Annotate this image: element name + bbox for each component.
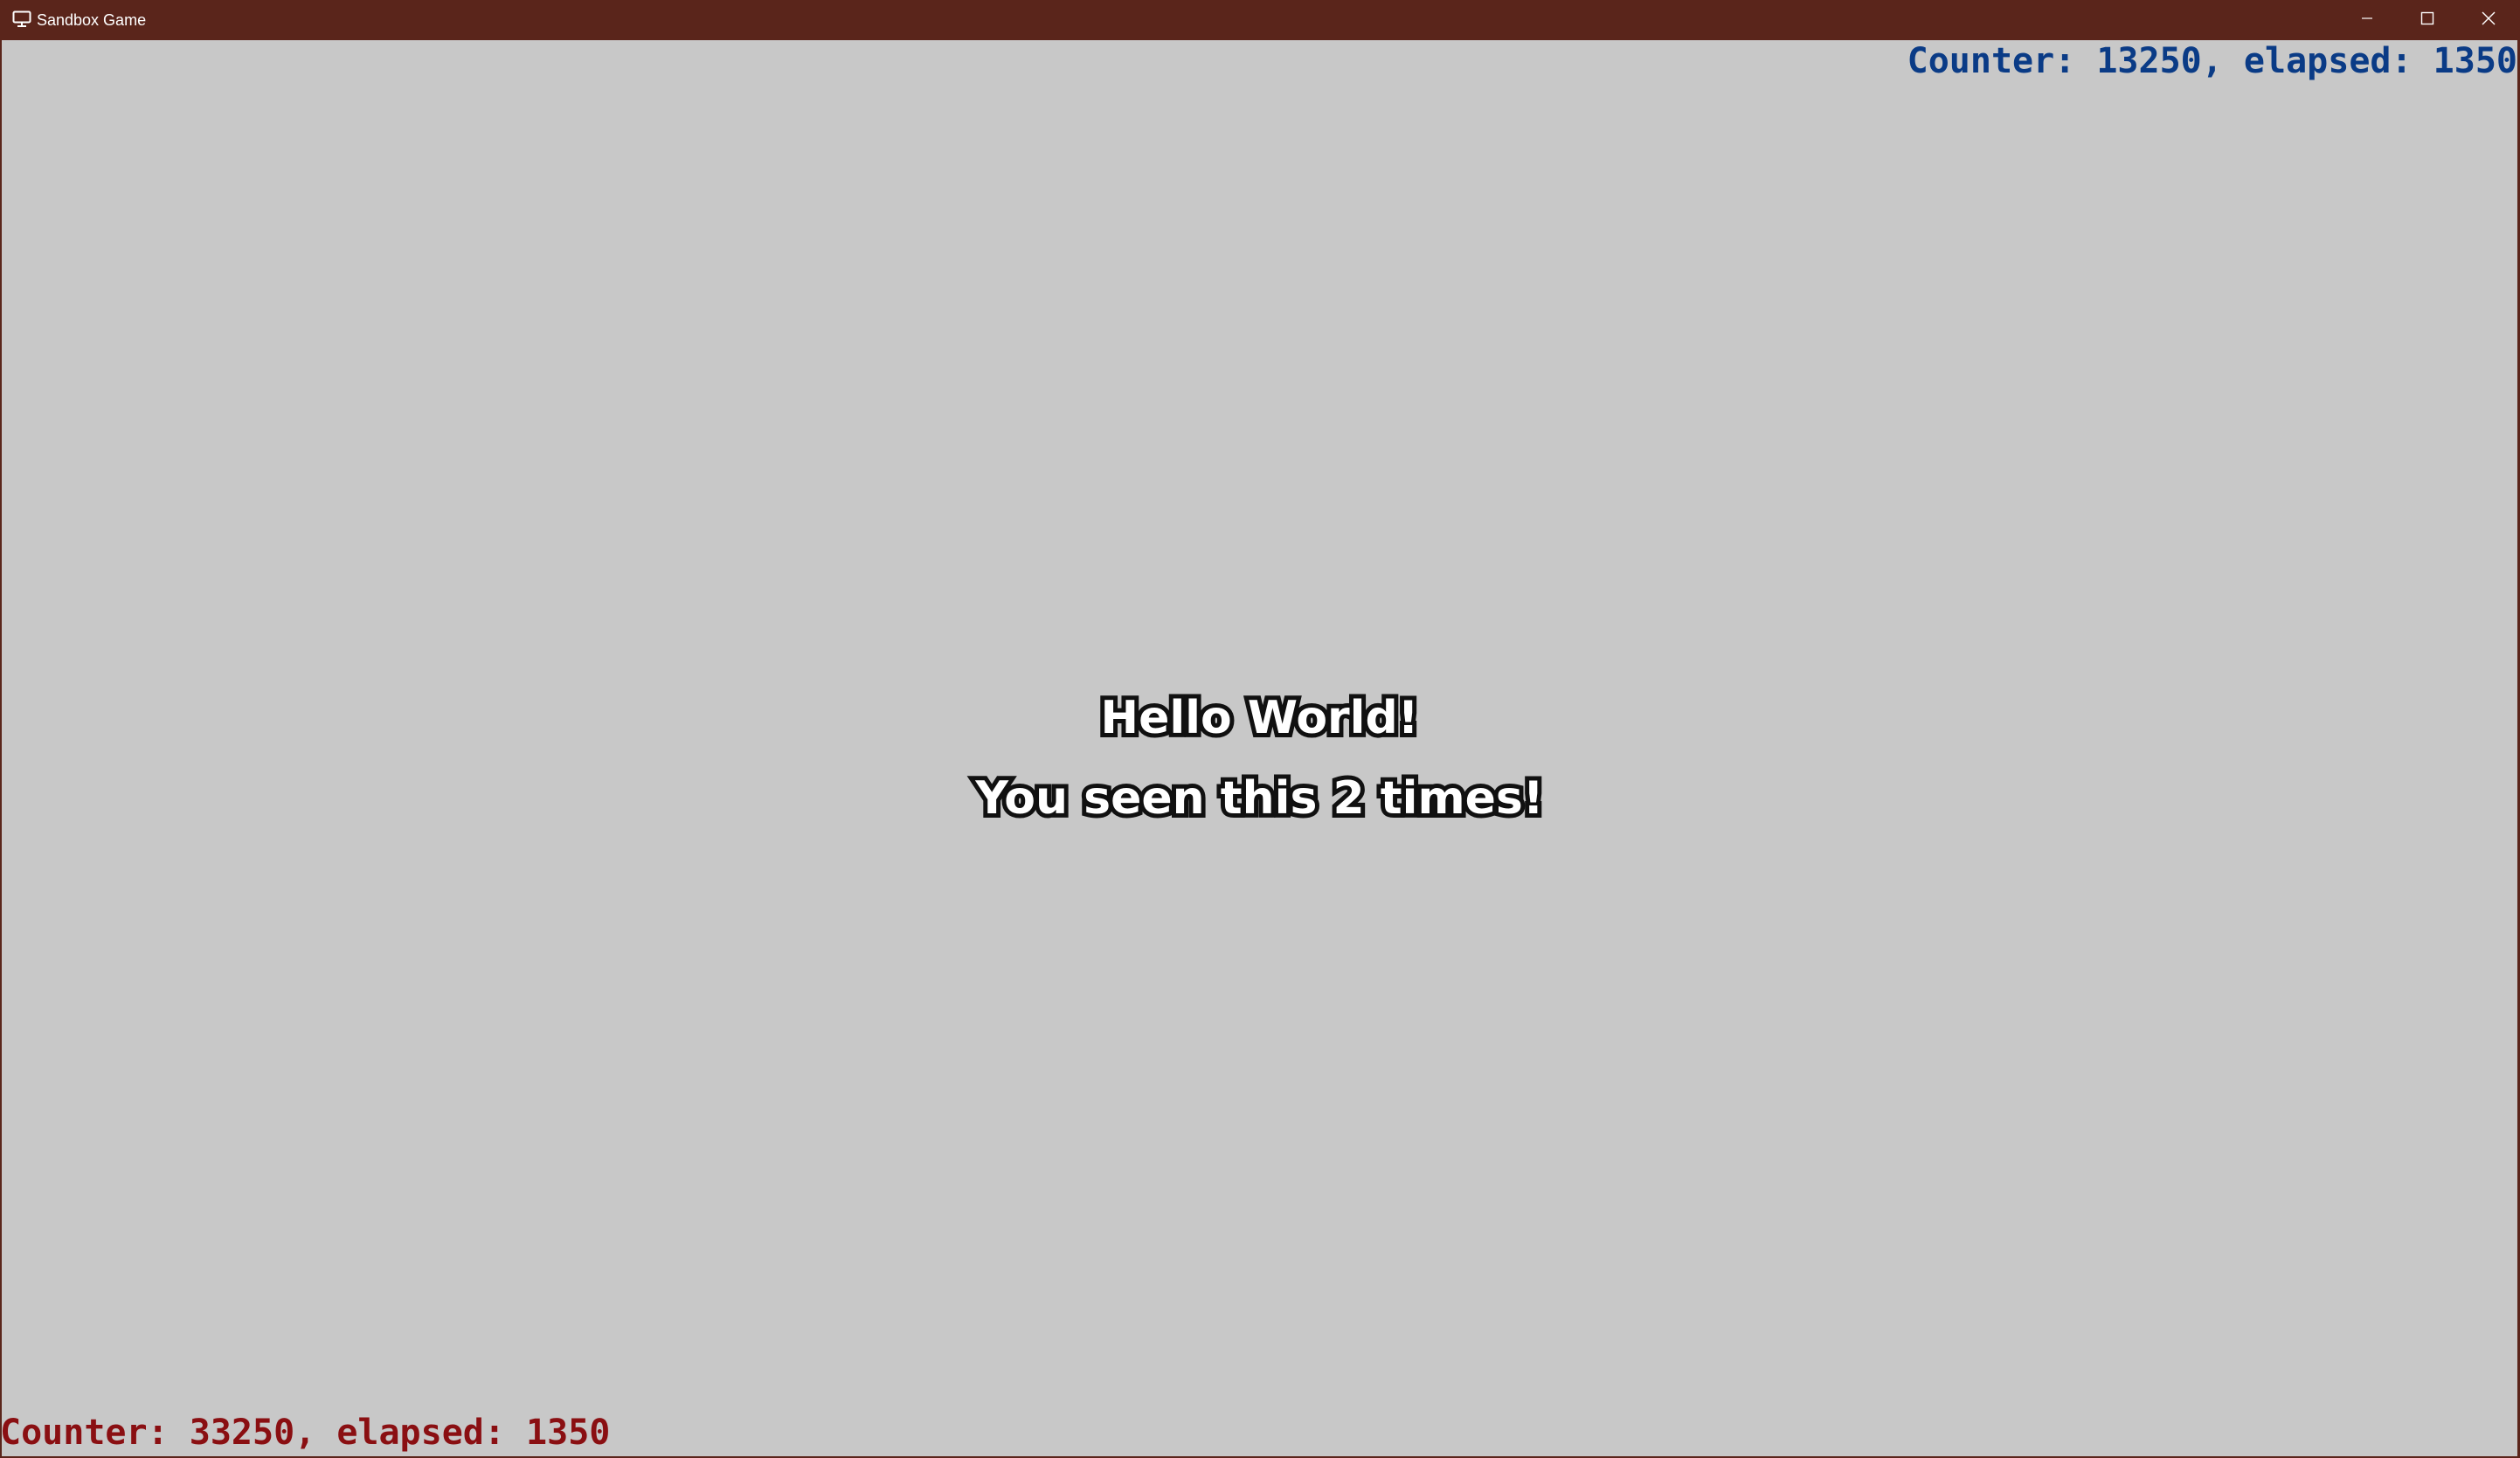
counter-top-readout: Counter: 13250, elapsed: 1350 bbox=[1907, 41, 2517, 81]
minimize-button[interactable] bbox=[2337, 0, 2397, 40]
maximize-icon bbox=[2420, 10, 2435, 31]
window-title: Sandbox Game bbox=[37, 11, 147, 29]
counter-bottom-readout: Counter: 33250, elapsed: 1350 bbox=[2, 1413, 611, 1453]
maximize-button[interactable] bbox=[2397, 0, 2457, 40]
game-window: Sandbox Game Counter: 13250, elapsed: 13… bbox=[0, 0, 2520, 1458]
hello-world-text: Hello World! bbox=[1097, 688, 1423, 749]
title-bar[interactable]: Sandbox Game bbox=[0, 0, 2520, 40]
close-button[interactable] bbox=[2457, 0, 2520, 40]
monitor-icon bbox=[12, 10, 31, 28]
seen-count-text: You seen this 2 times! bbox=[971, 768, 1547, 829]
minimize-icon bbox=[2360, 11, 2374, 30]
close-icon bbox=[2481, 10, 2496, 31]
game-viewport[interactable]: Counter: 13250, elapsed: 1350 Hello Worl… bbox=[2, 40, 2517, 1456]
